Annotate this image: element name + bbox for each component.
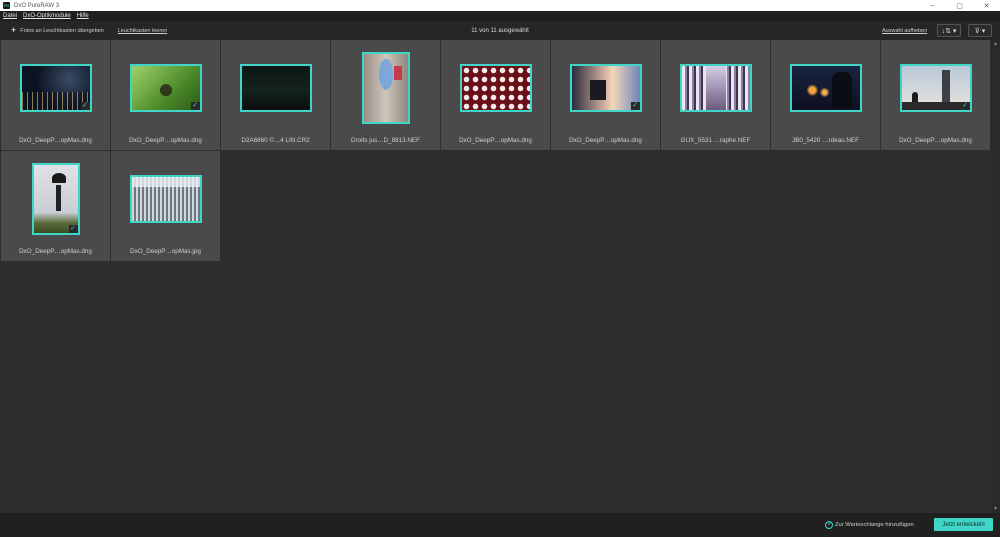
menu-bar: Datei DxO-Optikmodule Hilfe xyxy=(0,11,1000,21)
clear-lightbox-link[interactable]: Leuchtkasten leeren xyxy=(118,28,168,34)
photo-filename: GUX_5531 …raphe.NEF xyxy=(680,137,751,144)
photo-cell[interactable]: ✓ DxO_DeepP…opMas.dng xyxy=(1,40,110,150)
photo-filename: DxO_DeepP…opMas.jpg xyxy=(130,248,201,255)
add-to-queue-button[interactable]: + Zur Warteschlange hinzufügen xyxy=(825,519,914,530)
add-to-queue-label: Zur Warteschlange hinzufügen xyxy=(835,521,914,528)
scroll-up-icon[interactable]: ▲ xyxy=(991,40,1000,48)
photo-thumbnail: ✓ xyxy=(129,64,202,112)
photo-filename: DxO_DeepP…opMas.dng xyxy=(459,137,532,144)
photo-thumbnail: ✓ xyxy=(19,64,92,112)
lightbox-toolbar: + Fotos an Leuchtkasten übergeben Leucht… xyxy=(0,21,1000,40)
photo-thumbnail xyxy=(239,64,312,112)
photo-thumbnail xyxy=(361,52,410,124)
photo-filename: DxO_DeepP…opMas.dng xyxy=(899,137,972,144)
photo-cell[interactable]: Droits jus…D_8813.NEF xyxy=(331,40,440,150)
filter-dropdown[interactable]: ⊽ ▾ xyxy=(968,24,992,37)
plus-icon: + xyxy=(11,25,17,35)
deselect-all-link[interactable]: Auswahl aufheben xyxy=(882,28,927,34)
photo-cell[interactable]: ✓ DxO_DeepP…opMas.dng xyxy=(111,40,220,150)
vertical-scrollbar[interactable]: ▲ ▼ xyxy=(991,40,1000,513)
maximize-button[interactable]: ▢ xyxy=(946,0,973,11)
menu-hilfe[interactable]: Hilfe xyxy=(77,13,89,19)
photo-filename: D2A6860 ©…4 LIN.CR2 xyxy=(241,137,310,144)
photo-thumbnail xyxy=(129,175,202,223)
photo-cell[interactable]: DxO_DeepP…opMas.dng xyxy=(441,40,550,150)
sort-dropdown[interactable]: ↓⇅ ▾ xyxy=(937,24,961,37)
photo-cell[interactable]: ✓ DxO_DeepP…opMas.dng xyxy=(1,151,110,261)
menu-datei[interactable]: Datei xyxy=(3,13,17,19)
photo-thumbnail: ✓ xyxy=(31,163,80,235)
menu-optikmodule[interactable]: DxO-Optikmodule xyxy=(23,13,71,19)
photo-cell[interactable]: ✓ DxO_DeepP…opMas.dng xyxy=(881,40,990,150)
photo-thumbnail: ✓ xyxy=(569,64,642,112)
window-title: DxO PureRAW 3 xyxy=(14,2,60,9)
photo-filename: DxO_DeepP…opMas.dng xyxy=(19,248,92,255)
photo-filename: DxO_DeepP…opMas.dng xyxy=(569,137,642,144)
check-icon: ✓ xyxy=(190,102,200,110)
photo-filename: Droits jus…D_8813.NEF xyxy=(351,137,420,144)
minimize-button[interactable]: – xyxy=(919,0,946,11)
action-bar: + Zur Warteschlange hinzufügen Jetzt ent… xyxy=(0,513,1000,537)
window-controls: – ▢ ✕ xyxy=(919,0,1000,11)
process-now-button[interactable]: Jetzt entwickeln xyxy=(934,518,993,531)
photo-cell[interactable]: JB0_5420 …rdeau.NEF xyxy=(771,40,880,150)
app-logo-icon: PR xyxy=(3,2,10,9)
check-icon: ✓ xyxy=(68,225,78,233)
photo-cell[interactable]: ✓ DxO_DeepP…opMas.dng xyxy=(551,40,660,150)
filter-icon: ⊽ ▾ xyxy=(974,27,986,35)
add-circle-icon: + xyxy=(825,520,833,529)
photo-cell[interactable]: DxO_DeepP…opMas.jpg xyxy=(111,151,220,261)
add-photos-label: Fotos an Leuchtkasten übergeben xyxy=(20,27,104,34)
close-button[interactable]: ✕ xyxy=(973,0,1000,11)
photo-thumbnail xyxy=(679,64,752,112)
photo-thumbnail xyxy=(789,64,862,112)
photo-cell[interactable]: GUX_5531 …raphe.NEF xyxy=(661,40,770,150)
check-icon: ✓ xyxy=(630,102,640,110)
sort-icon: ↓⇅ ▾ xyxy=(941,27,957,35)
photo-filename: DxO_DeepP…opMas.dng xyxy=(19,137,92,144)
scroll-down-icon[interactable]: ▼ xyxy=(991,505,1000,513)
photo-thumbnail xyxy=(459,64,532,112)
title-bar: PR DxO PureRAW 3 – ▢ ✕ xyxy=(0,0,1000,11)
photo-cell[interactable]: D2A6860 ©…4 LIN.CR2 xyxy=(221,40,330,150)
photo-filename: DxO_DeepP…opMas.dng xyxy=(129,137,202,144)
check-icon: ✓ xyxy=(960,102,970,110)
photo-thumbnail: ✓ xyxy=(899,64,972,112)
check-icon: ✓ xyxy=(80,102,90,110)
photo-filename: JB0_5420 …rdeau.NEF xyxy=(792,137,859,144)
add-photos-button[interactable]: + Fotos an Leuchtkasten übergeben xyxy=(11,26,104,35)
